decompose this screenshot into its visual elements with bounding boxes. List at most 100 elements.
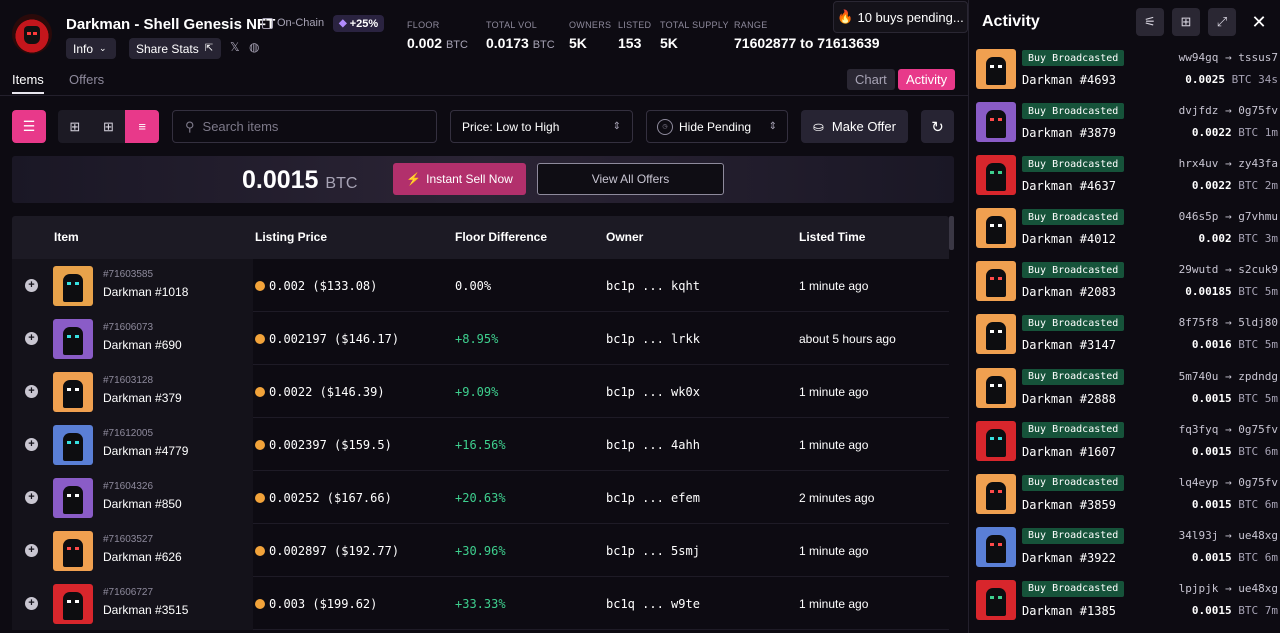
activity-grid-button[interactable]: ⊞ — [1172, 8, 1200, 36]
activity-item-name[interactable]: Darkman #2888 — [1022, 392, 1116, 406]
activity-item[interactable]: Buy Broadcasted Darkman #4693 ww94gq → tss… — [969, 46, 1280, 99]
owner-address[interactable]: bc1p ... 4ahh — [606, 438, 700, 452]
share-stats-button[interactable]: Share Stats ⇱ — [129, 38, 221, 59]
nft-thumbnail[interactable] — [53, 319, 93, 359]
activity-item[interactable]: Buy Broadcasted Darkman #4637 hrx4uv → zy4… — [969, 152, 1280, 205]
item-name[interactable]: Darkman #3515 — [103, 603, 188, 617]
add-to-cart-icon[interactable]: + — [25, 544, 38, 557]
activity-item[interactable]: Buy Broadcasted Darkman #2083 29wutd → s2c… — [969, 258, 1280, 311]
nft-thumbnail[interactable] — [53, 478, 93, 518]
tab-items[interactable]: Items — [12, 72, 44, 87]
instant-sell-button[interactable]: ⚡ Instant Sell Now — [393, 163, 526, 195]
nft-thumbnail[interactable] — [976, 314, 1016, 355]
nft-thumbnail[interactable] — [976, 367, 1016, 408]
x-twitter-icon[interactable]: 𝕏 — [230, 40, 240, 54]
activity-item-name[interactable]: Darkman #1385 — [1022, 604, 1116, 618]
activity-item-name[interactable]: Darkman #3147 — [1022, 338, 1116, 352]
add-to-cart-icon[interactable]: + — [25, 597, 38, 610]
owner-address[interactable]: bc1q ... w9te — [606, 597, 700, 611]
header-floor-difference[interactable]: Floor Difference — [455, 230, 547, 244]
activity-item-name[interactable]: Darkman #4693 — [1022, 73, 1116, 87]
nft-thumbnail[interactable] — [976, 420, 1016, 461]
activity-item-name[interactable]: Darkman #3879 — [1022, 126, 1116, 140]
owner-address[interactable]: bc1p ... 5smj — [606, 544, 700, 558]
header-listed-time[interactable]: Listed Time — [799, 230, 865, 244]
header-owner[interactable]: Owner — [606, 230, 643, 244]
filter-button[interactable]: ☰ — [12, 110, 46, 143]
sort-select[interactable]: Price: Low to High ⇕ — [450, 110, 633, 143]
nft-thumbnail[interactable] — [976, 261, 1016, 302]
table-row[interactable]: + #71606727 Darkman #3515 0.003 ($199.62) +3… — [12, 577, 949, 630]
activity-item[interactable]: Buy Broadcasted Darkman #1607 fq3fyq → 0g7… — [969, 418, 1280, 471]
activity-item[interactable]: Buy Broadcasted Darkman #3859 lq4eyp → 0g7… — [969, 471, 1280, 524]
table-row[interactable]: + #71603527 Darkman #626 0.002897 ($192.77)… — [12, 524, 949, 577]
item-name[interactable]: Darkman #4779 — [103, 444, 188, 458]
nft-thumbnail[interactable] — [976, 155, 1016, 196]
add-to-cart-icon[interactable]: + — [25, 279, 38, 292]
activity-item[interactable]: Buy Broadcasted Darkman #2888 5m740u → zpd… — [969, 365, 1280, 418]
globe-icon[interactable]: ◍ — [249, 40, 259, 54]
activity-item[interactable]: Buy Broadcasted Darkman #3879 dvjfdz → 0g7… — [969, 99, 1280, 152]
nft-thumbnail[interactable] — [976, 579, 1016, 620]
make-offer-button[interactable]: ⛀ Make Offer — [801, 110, 908, 143]
add-to-cart-icon[interactable]: + — [25, 385, 38, 398]
info-dropdown-button[interactable]: Info ⌄ — [66, 38, 116, 59]
activity-item[interactable]: Buy Broadcasted Darkman #3922 34l93j → ue4… — [969, 524, 1280, 577]
owner-address[interactable]: bc1p ... lrkk — [606, 332, 700, 346]
activity-item-name[interactable]: Darkman #1607 — [1022, 445, 1116, 459]
table-row[interactable]: + #71606073 Darkman #690 0.002197 ($146.17)… — [12, 312, 949, 365]
activity-item-name[interactable]: Darkman #2083 — [1022, 285, 1116, 299]
activity-close-button[interactable]: ✕ — [1248, 8, 1270, 36]
nft-thumbnail[interactable] — [976, 208, 1016, 249]
table-scrollbar[interactable] — [949, 216, 954, 633]
table-row[interactable]: + #71604326 Darkman #850 0.00252 ($167.66) +… — [12, 471, 949, 524]
refresh-button[interactable]: ↻ — [921, 110, 954, 143]
tab-offers[interactable]: Offers — [69, 72, 104, 87]
item-name[interactable]: Darkman #850 — [103, 497, 182, 511]
item-name[interactable]: Darkman #1018 — [103, 285, 188, 299]
pending-buys-pill[interactable]: 🔥 10 buys pending... — [833, 1, 968, 33]
search-input[interactable] — [202, 119, 413, 134]
activity-filter-button[interactable]: ⚟ — [1136, 8, 1164, 36]
activity-item-name[interactable]: Darkman #3859 — [1022, 498, 1116, 512]
buy-broadcasted-badge: Buy Broadcasted — [1022, 103, 1125, 120]
table-scrollbar-thumb[interactable] — [949, 216, 954, 250]
activity-expand-button[interactable]: ⤢ — [1208, 8, 1236, 36]
activity-item-name[interactable]: Darkman #4012 — [1022, 232, 1116, 246]
table-row[interactable]: + #71612005 Darkman #4779 0.002397 ($159.5)… — [12, 418, 949, 471]
table-row[interactable]: + #71603585 Darkman #1018 0.002 ($133.08) 0.… — [12, 259, 949, 312]
small-grid-view-button[interactable]: ⊞ — [92, 110, 126, 143]
add-to-cart-icon[interactable]: + — [25, 491, 38, 504]
nft-thumbnail[interactable] — [53, 531, 93, 571]
item-name[interactable]: Darkman #379 — [103, 391, 182, 405]
nft-thumbnail[interactable] — [976, 526, 1016, 567]
nft-thumbnail[interactable] — [53, 266, 93, 306]
item-name[interactable]: Darkman #626 — [103, 550, 182, 564]
add-to-cart-icon[interactable]: + — [25, 332, 38, 345]
list-view-button[interactable]: ≡ — [125, 110, 159, 143]
owner-address[interactable]: bc1p ... kqht — [606, 279, 700, 293]
hide-pending-select[interactable]: ◷ Hide Pending ⇕ — [646, 110, 788, 143]
nft-thumbnail[interactable] — [976, 102, 1016, 143]
item-name[interactable]: Darkman #690 — [103, 338, 182, 352]
nft-thumbnail[interactable] — [976, 473, 1016, 514]
chart-toggle-button[interactable]: Chart — [847, 69, 895, 90]
nft-thumbnail[interactable] — [976, 49, 1016, 89]
activity-item-name[interactable]: Darkman #4637 — [1022, 179, 1116, 193]
nft-thumbnail[interactable] — [53, 425, 93, 465]
table-row[interactable]: + #71603128 Darkman #379 0.0022 ($146.39) +9… — [12, 365, 949, 418]
activity-toggle-button[interactable]: Activity — [898, 69, 956, 90]
large-grid-view-button[interactable]: ⊞ — [58, 110, 92, 143]
nft-thumbnail[interactable] — [53, 584, 93, 624]
nft-thumbnail[interactable] — [53, 372, 93, 412]
activity-item-name[interactable]: Darkman #3922 — [1022, 551, 1116, 565]
view-all-offers-button[interactable]: View All Offers — [537, 163, 724, 195]
header-listing-price[interactable]: Listing Price — [255, 230, 327, 244]
owner-address[interactable]: bc1p ... efem — [606, 491, 700, 505]
add-to-cart-icon[interactable]: + — [25, 438, 38, 451]
activity-item[interactable]: Buy Broadcasted Darkman #4012 046s5p → g7v… — [969, 205, 1280, 258]
header-item[interactable]: Item — [54, 230, 79, 244]
activity-item[interactable]: Buy Broadcasted Darkman #3147 8f75f8 → 5ld… — [969, 311, 1280, 364]
activity-item[interactable]: Buy Broadcasted Darkman #1385 lpjpjk → ue4… — [969, 577, 1280, 630]
owner-address[interactable]: bc1p ... wk0x — [606, 385, 700, 399]
